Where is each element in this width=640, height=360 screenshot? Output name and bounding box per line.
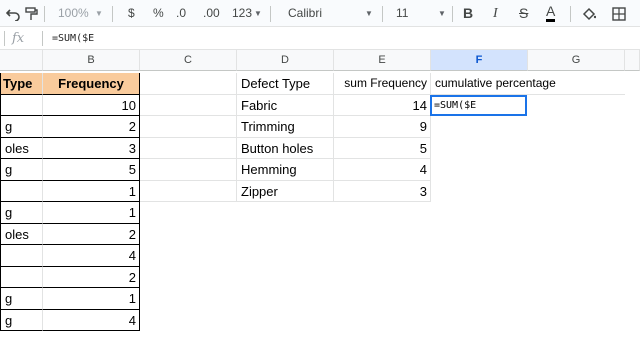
undo-icon[interactable] [5, 0, 20, 27]
table-row: 10 Fabric 14 =SUM($E [0, 94, 640, 116]
spreadsheet-grid: Type Frequency Defect Type sum Frequency… [0, 71, 640, 360]
column-header-b[interactable]: B [43, 50, 140, 71]
cell-frequency[interactable]: 2 [43, 266, 140, 288]
cell-type[interactable] [0, 245, 43, 267]
toolbar-separator [112, 6, 113, 22]
cell-type[interactable] [0, 266, 43, 288]
chevron-down-icon: ▼ [95, 9, 103, 18]
borders-icon[interactable] [612, 0, 626, 27]
formula-input[interactable]: =SUM($E [52, 27, 94, 50]
cell-sum-frequency[interactable]: 4 [334, 159, 431, 181]
zoom-select[interactable]: 100% [58, 0, 89, 27]
cell-defect-type[interactable]: Hemming [237, 159, 334, 181]
cell-frequency[interactable]: 10 [43, 94, 140, 116]
column-header-d[interactable]: D [237, 50, 334, 71]
italic-button[interactable]: I [493, 0, 498, 27]
cell-frequency[interactable]: 5 [43, 159, 140, 181]
cell-frequency[interactable]: 3 [43, 137, 140, 159]
cell[interactable] [140, 180, 237, 202]
table-row: 1 Zipper 3 [0, 180, 640, 202]
cell-frequency[interactable]: 2 [43, 116, 140, 138]
column-header-h[interactable] [625, 50, 640, 71]
font-family-select[interactable]: Calibri [288, 0, 322, 27]
cell[interactable] [140, 159, 237, 181]
toolbar-separator [382, 6, 383, 22]
column-header-c[interactable]: C [140, 50, 237, 71]
cell-type[interactable] [0, 180, 43, 202]
cell-type[interactable]: g [0, 116, 43, 138]
cell-type[interactable]: g [0, 202, 43, 224]
chevron-down-icon: ▼ [365, 9, 373, 18]
toolbar-separator [570, 6, 571, 22]
currency-button[interactable]: $ [128, 0, 135, 27]
table-row: g 4 [0, 309, 640, 331]
cell-frequency[interactable]: 2 [43, 223, 140, 245]
column-header-g[interactable]: G [528, 50, 625, 71]
header-cell-type[interactable]: Type [0, 73, 43, 95]
cell-frequency[interactable]: 1 [43, 180, 140, 202]
cell-defect-type[interactable]: Fabric [237, 94, 334, 116]
table-row: g 1 [0, 202, 640, 224]
cell-sum-frequency[interactable]: 5 [334, 137, 431, 159]
decrease-decimals-button[interactable]: .0 [176, 0, 186, 27]
toolbar-separator [44, 6, 45, 22]
column-header-e[interactable]: E [334, 50, 431, 71]
text-color-button[interactable]: A [546, 0, 556, 22]
cell-defect-type[interactable]: Trimming [237, 116, 334, 138]
fill-color-icon[interactable] [582, 0, 597, 27]
cell-type[interactable]: g [0, 309, 43, 331]
table-row: oles 2 [0, 223, 640, 245]
cell-frequency[interactable]: 4 [43, 245, 140, 267]
increase-decimals-button[interactable]: .00 [203, 0, 220, 27]
strikethrough-button[interactable]: S [519, 0, 528, 27]
formula-bar-divider [42, 31, 43, 46]
header-cell-sum-frequency[interactable]: sum Frequency [334, 73, 431, 95]
table-row: 2 [0, 266, 640, 288]
cell-sum-frequency[interactable]: 9 [334, 116, 431, 138]
chevron-down-icon: ▼ [438, 9, 446, 18]
formula-bar: fx =SUM($E [0, 27, 640, 50]
column-header-f[interactable]: F [431, 50, 528, 71]
cell[interactable] [140, 94, 237, 116]
cell-type[interactable] [0, 94, 43, 116]
cell[interactable] [140, 137, 237, 159]
cell-type[interactable]: oles [0, 137, 43, 159]
table-row: Type Frequency Defect Type sum Frequency… [0, 73, 640, 95]
cell-type[interactable]: g [0, 288, 43, 310]
cell[interactable] [140, 116, 237, 138]
cell-frequency[interactable]: 1 [43, 202, 140, 224]
bold-button[interactable]: B [463, 0, 473, 27]
toolbar: 100% ▼ $ % .0 .00 123 ▼ Calibri ▼ 11 ▼ B… [0, 0, 640, 27]
table-row: g 2 Trimming 9 [0, 116, 640, 138]
formula-bar-divider [4, 31, 5, 46]
fx-icon: fx [12, 31, 25, 46]
cell-defect-type[interactable]: Button holes [237, 137, 334, 159]
cell-defect-type[interactable]: Zipper [237, 180, 334, 202]
cell-sum-frequency[interactable]: 14 [334, 94, 431, 116]
table-row: g 1 [0, 288, 640, 310]
number-format-select[interactable]: 123 [232, 0, 252, 27]
cell-frequency[interactable]: 4 [43, 309, 140, 331]
percent-button[interactable]: % [153, 0, 164, 27]
font-size-select[interactable]: 11 [396, 0, 408, 27]
header-cell-defect-type[interactable]: Defect Type [237, 73, 334, 95]
cell-frequency[interactable]: 1 [43, 288, 140, 310]
cell-type[interactable]: g [0, 159, 43, 181]
toolbar-separator [270, 6, 271, 22]
toolbar-separator [452, 6, 453, 22]
table-row: g 5 Hemming 4 [0, 159, 640, 181]
table-row: oles 3 Button holes 5 [0, 137, 640, 159]
cell-sum-frequency[interactable]: 3 [334, 180, 431, 202]
paint-format-icon[interactable] [24, 0, 38, 27]
active-cell-editor[interactable]: =SUM($E [430, 94, 527, 116]
cell-type[interactable]: oles [0, 223, 43, 245]
table-row: 4 [0, 245, 640, 267]
header-cell-cumulative-percentage[interactable]: cumulative percentage [431, 73, 625, 95]
header-cell-frequency[interactable]: Frequency [43, 73, 140, 95]
chevron-down-icon: ▼ [254, 9, 262, 18]
cell[interactable] [140, 73, 237, 95]
column-header-a[interactable] [0, 50, 43, 71]
